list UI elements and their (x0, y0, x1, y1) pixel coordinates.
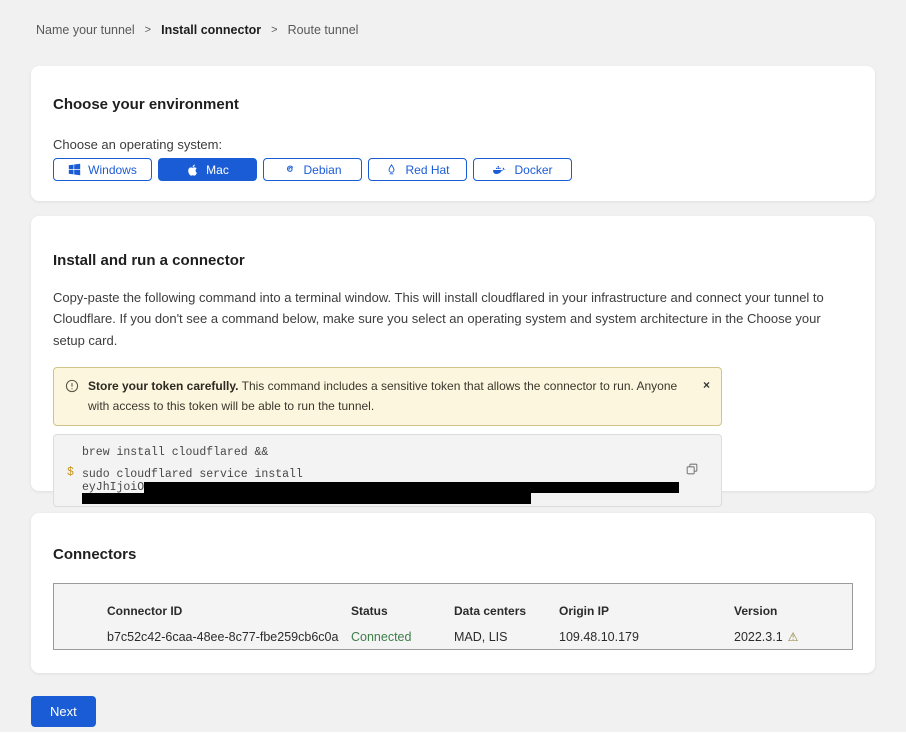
col-origin-ip: Origin IP (559, 604, 734, 618)
os-select-label: Choose an operating system: (53, 137, 853, 152)
os-button-label: Mac (206, 163, 229, 177)
breadcrumb-step-install-connector: Install connector (161, 23, 261, 37)
environment-card: Choose your environment Choose an operat… (31, 66, 875, 201)
os-button-mac[interactable]: Mac (158, 158, 257, 181)
breadcrumb-step-route-tunnel: Route tunnel (288, 23, 359, 37)
os-button-label: Windows (88, 163, 137, 177)
os-button-label: Debian (303, 163, 341, 177)
col-connector-id: Connector ID (107, 604, 351, 618)
os-button-label: Red Hat (405, 163, 449, 177)
token-prefix: eyJhIjoiO (82, 481, 144, 494)
apple-icon (186, 163, 199, 177)
col-version: Version (734, 604, 852, 618)
os-button-docker[interactable]: Docker (473, 158, 572, 181)
breadcrumb-separator: > (271, 24, 277, 36)
connectors-table-header: Connector ID Status Data centers Origin … (107, 604, 852, 618)
token-warning-bold: Store your token carefully. (88, 379, 239, 393)
debian-icon (283, 163, 296, 176)
connectors-table: Connector ID Status Data centers Origin … (53, 583, 853, 650)
breadcrumb: Name your tunnel > Install connector > R… (36, 23, 358, 37)
col-status: Status (351, 604, 454, 618)
install-connector-description: Copy-paste the following command into a … (53, 287, 853, 351)
redacted-token-bar (144, 482, 679, 493)
os-button-debian[interactable]: Debian (263, 158, 362, 181)
version-warning-icon: ⚠ (788, 631, 799, 643)
version-value: 2022.3.1 ⚠ (734, 630, 852, 644)
command-line-1: brew install cloudflared && (82, 447, 705, 459)
close-icon[interactable]: × (703, 377, 710, 394)
docker-icon (492, 164, 507, 176)
connectors-title: Connectors (53, 513, 853, 563)
origin-ip-value: 109.48.10.179 (559, 630, 734, 644)
shell-prompt: $ (67, 466, 74, 479)
install-command-codeblock: $ brew install cloudflared && sudo cloud… (53, 434, 722, 507)
connectors-card: Connectors Connector ID Status Data cent… (31, 513, 875, 673)
redacted-token-bar (82, 493, 531, 504)
status-badge: Connected (351, 630, 454, 644)
breadcrumb-step-name-your-tunnel[interactable]: Name your tunnel (36, 23, 135, 37)
data-centers-value: MAD, LIS (454, 630, 559, 644)
os-button-group: Windows Mac Debian Red Hat (53, 158, 853, 181)
bottom-strip (0, 732, 906, 740)
windows-icon (68, 163, 81, 176)
os-button-windows[interactable]: Windows (53, 158, 152, 181)
os-button-label: Docker (514, 163, 552, 177)
install-connector-card: Install and run a connector Copy-paste t… (31, 216, 875, 491)
table-row: b7c52c42-6caa-48ee-8c77-fbe259cb6c0a Con… (107, 630, 852, 644)
command-line-2: sudo cloudflared service install (82, 469, 705, 481)
next-button[interactable]: Next (31, 696, 96, 727)
token-line: eyJhIjoiO (82, 482, 705, 493)
alert-circle-icon (65, 379, 79, 399)
environment-card-title: Choose your environment (53, 66, 853, 113)
token-warning-text: Store your token carefully. This command… (88, 379, 677, 412)
os-button-redhat[interactable]: Red Hat (368, 158, 467, 181)
token-warning-banner: Store your token carefully. This command… (53, 367, 722, 425)
connector-id-value: b7c52c42-6caa-48ee-8c77-fbe259cb6c0a (107, 630, 351, 644)
breadcrumb-separator: > (145, 24, 151, 36)
install-connector-title: Install and run a connector (53, 216, 853, 269)
copy-icon[interactable] (685, 462, 699, 479)
redhat-icon (385, 163, 398, 177)
tunnel-setup-page: Name your tunnel > Install connector > R… (0, 0, 906, 740)
col-data-centers: Data centers (454, 604, 559, 618)
